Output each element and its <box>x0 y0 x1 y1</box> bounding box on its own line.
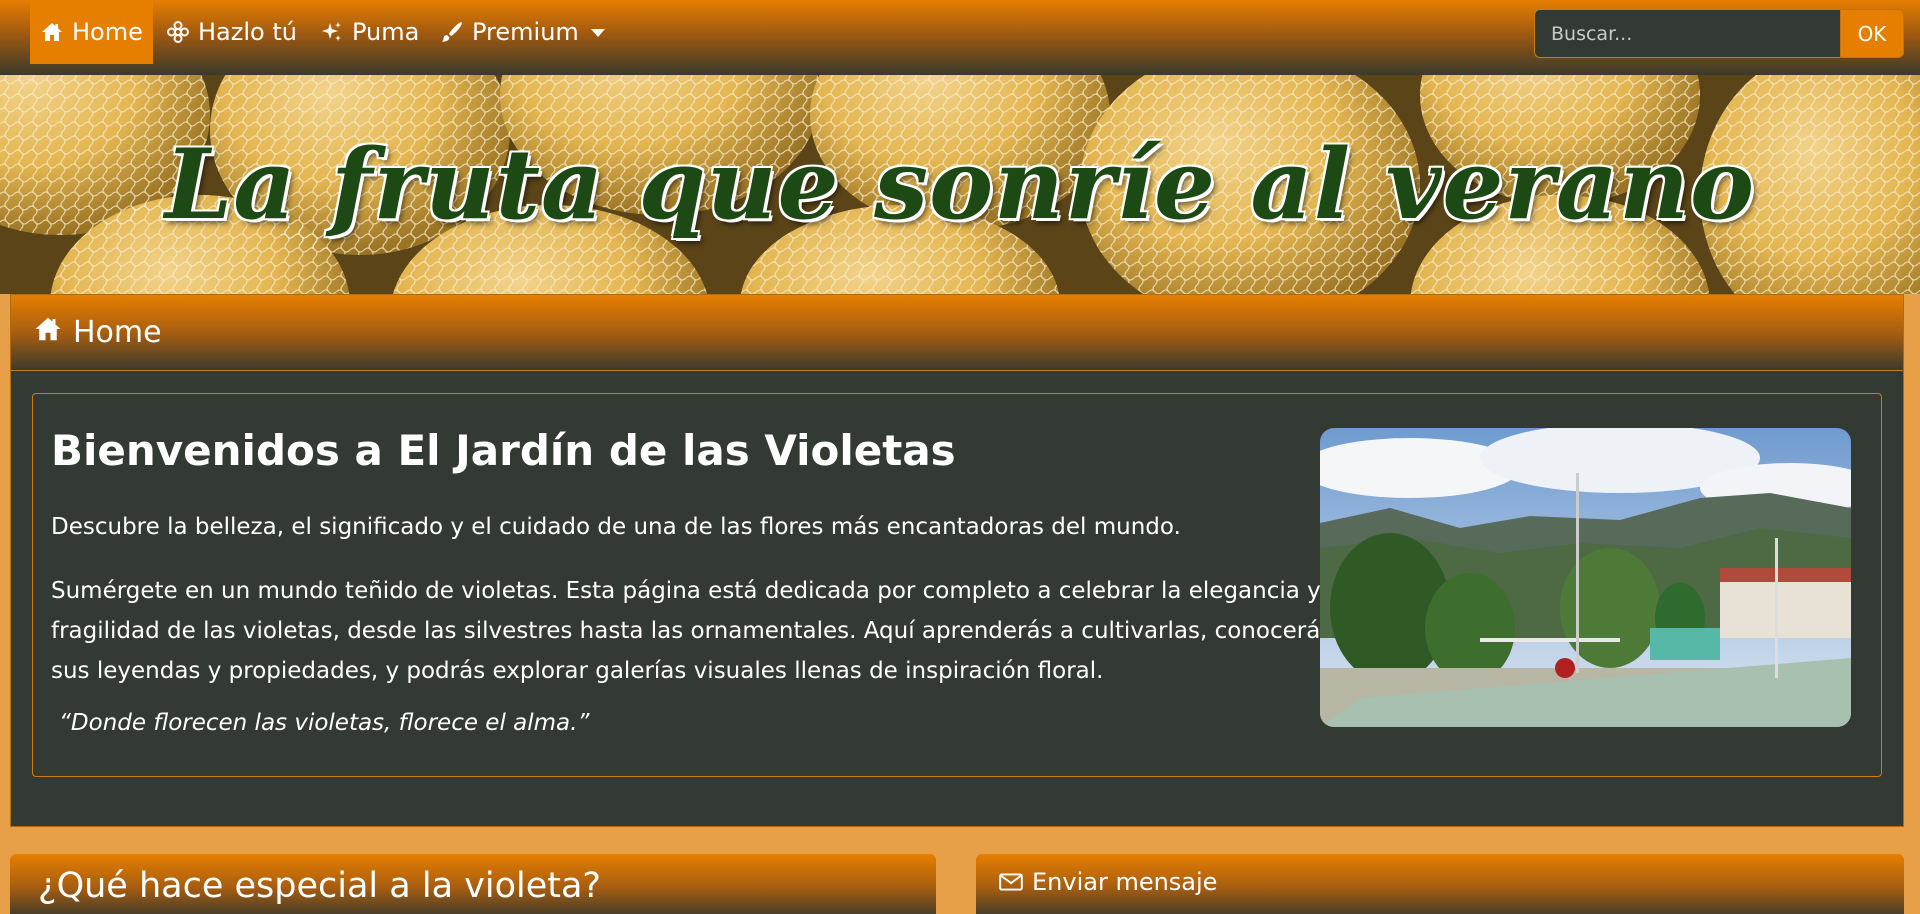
banner-title: La fruta que sonríe al verano <box>164 128 1756 241</box>
send-message-card-header: Enviar mensaje <box>976 854 1904 914</box>
welcome-section: Bienvenidos a El Jardín de las Violetas … <box>32 393 1882 777</box>
nav-home-label: Home <box>72 18 143 46</box>
nav-puma-label: Puma <box>352 18 420 46</box>
send-message-title: Enviar mensaje <box>1032 868 1218 896</box>
nav-premium-dropdown[interactable]: Premium <box>430 0 615 64</box>
home-card-title: Home <box>73 315 162 350</box>
welcome-heading: Bienvenidos a El Jardín de las Violetas <box>51 426 956 475</box>
home-card-header: Home <box>11 295 1903 371</box>
top-navbar: Home Hazlo tú Puma Premium OK <box>0 0 1920 75</box>
search-button[interactable]: OK <box>1840 9 1904 58</box>
welcome-intro-text: Descubre la belleza, el significado y el… <box>51 514 1181 540</box>
nav-puma[interactable]: Puma <box>310 0 429 64</box>
town-photo <box>1320 428 1851 727</box>
hero-banner: La fruta que sonríe al verano <box>0 75 1920 294</box>
house-icon <box>33 314 63 352</box>
nav-home[interactable]: Home <box>30 0 153 64</box>
welcome-body-text: Sumérgete en un mundo teñido de violetas… <box>51 578 1333 684</box>
envelope-icon <box>998 868 1024 901</box>
violet-special-card-header: ¿Qué hace especial a la violeta? <box>10 854 936 914</box>
flower-icon <box>166 20 190 44</box>
welcome-quote: “Donde florecen las violetas, florece el… <box>59 710 590 736</box>
chevron-down-icon <box>590 29 605 37</box>
nav-hazlo-tu[interactable]: Hazlo tú <box>156 0 307 64</box>
house-icon <box>40 20 64 44</box>
nav-premium-label: Premium <box>472 18 579 46</box>
brush-icon <box>440 20 464 44</box>
home-card: Home Bienvenidos a El Jardín de las Viol… <box>10 294 1904 827</box>
search-input[interactable] <box>1534 9 1841 58</box>
sparkles-icon <box>320 20 344 44</box>
nav-hazlo-tu-label: Hazlo tú <box>198 18 297 46</box>
